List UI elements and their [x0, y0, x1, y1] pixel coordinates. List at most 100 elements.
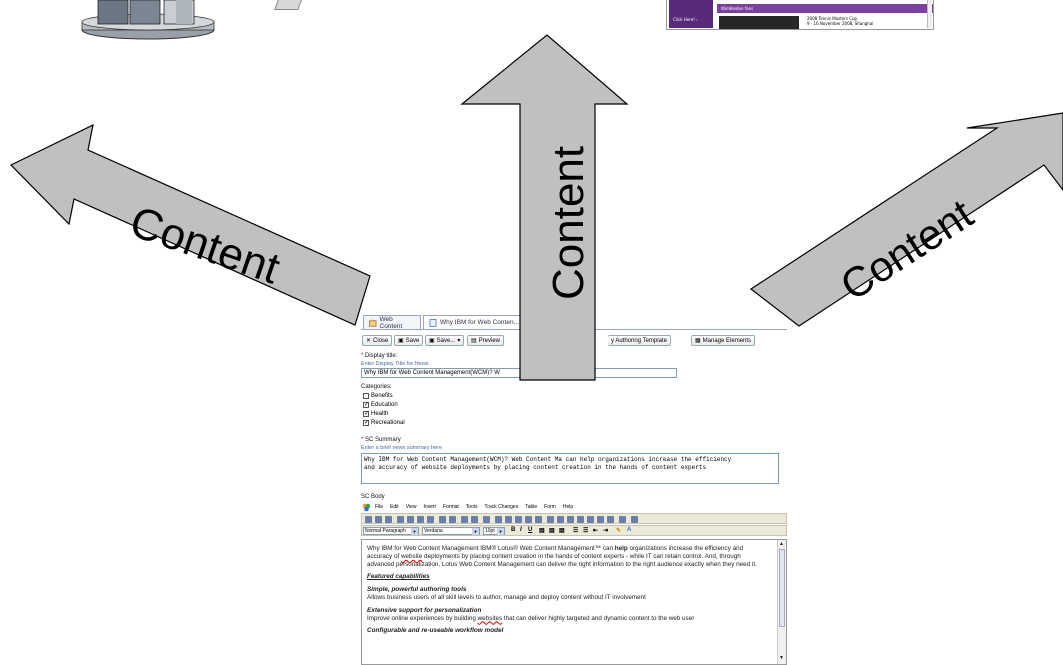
new-icon[interactable] [365, 516, 372, 523]
authoring-template-label: y Authoring Template [611, 337, 667, 344]
save-button[interactable]: ▣ Save [394, 335, 424, 346]
merge-cells-icon[interactable] [525, 516, 532, 523]
save-menu-button[interactable]: ▣ Save... ▾ [425, 335, 465, 346]
menu-form[interactable]: Form [544, 504, 556, 510]
accept-change-icon[interactable] [557, 516, 564, 523]
filter-icon[interactable] [535, 516, 542, 523]
menu-track-changes[interactable]: Track Changes [484, 504, 518, 510]
tab-why-ibm[interactable]: Why IBM for Web Conten... [423, 315, 529, 329]
numbered-list-icon[interactable]: ☰ [583, 527, 588, 534]
undo-icon[interactable] [439, 516, 446, 523]
font-color-icon[interactable]: A [627, 527, 631, 533]
menu-tools[interactable]: Tools [466, 504, 478, 510]
cut-icon[interactable] [397, 516, 404, 523]
next-change-icon[interactable] [577, 516, 584, 523]
server-cluster-icon [81, 0, 215, 40]
checkbox-checked[interactable]: ✓ [363, 420, 369, 426]
redo-icon[interactable] [449, 516, 456, 523]
close-icon: ✕ [366, 338, 372, 344]
link-icon[interactable] [461, 516, 468, 523]
close-button[interactable]: ✕ Close [362, 335, 393, 346]
news-date: 9 - 16 November 2008, Shanghai [807, 21, 874, 26]
menu-format[interactable]: Format [443, 504, 459, 510]
scroll-up-icon[interactable]: ▲ [779, 541, 784, 549]
bold-button[interactable]: B [511, 527, 515, 533]
banner-text: Wimbledon fans [721, 6, 754, 11]
menu-table[interactable]: Table [525, 504, 537, 510]
featured-heading: Featured capabilities [367, 573, 764, 581]
menu-help[interactable]: Help [563, 504, 573, 510]
feature-text: Allows business users of all skill level… [367, 593, 646, 601]
rich-text-editor: File Edit View Insert Format Tools Track… [361, 502, 787, 665]
print-icon[interactable] [385, 516, 392, 523]
scroll-thumb[interactable] [779, 549, 785, 627]
font-select[interactable]: Verdana [422, 527, 480, 535]
paragraph-style-select[interactable]: Normal Paragraph [363, 527, 419, 535]
underline-button[interactable]: U [528, 527, 532, 533]
promo-tile: Click Here! › [669, 0, 713, 28]
summary-label: * SC Summary [361, 437, 401, 443]
category-health[interactable]: ✓ Health [363, 411, 388, 417]
image-icon[interactable] [471, 516, 478, 523]
show-markup-icon[interactable] [607, 516, 614, 523]
spellcheck-icon[interactable] [375, 516, 382, 523]
font-size-select[interactable]: 10pt [483, 527, 505, 535]
text-run: that can deliver highly targeted and dyn… [502, 614, 695, 622]
insert-row-icon[interactable] [505, 516, 512, 523]
checkbox-checked[interactable]: ✓ [363, 411, 369, 417]
menu-file[interactable]: File [375, 504, 383, 510]
banner: Wimbledon fans [717, 4, 933, 13]
copy-icon[interactable] [407, 516, 414, 523]
text-run: Why IBM for Web Content Management IBM® … [367, 545, 615, 552]
text-run: deployments by placing content creation … [367, 552, 757, 568]
editor-content[interactable]: Why IBM for Web Content Management IBM® … [361, 539, 787, 665]
track-changes-icon[interactable] [547, 516, 554, 523]
pilcrow-icon[interactable] [619, 516, 626, 523]
align-right-icon[interactable]: ▤ [559, 527, 565, 534]
table-icon[interactable] [495, 516, 502, 523]
outdent-icon[interactable]: ⇤ [593, 527, 598, 534]
tab-web-content[interactable]: Web Content [363, 315, 421, 330]
categories-label: Categories: [361, 384, 392, 390]
required-marker: * [361, 437, 364, 443]
authoring-template-button[interactable]: y Authoring Template [608, 335, 671, 346]
previous-change-icon[interactable] [587, 516, 594, 523]
highlight-icon[interactable]: ✎ [616, 527, 621, 534]
insert-column-icon[interactable] [515, 516, 522, 523]
category-label: Recreational [371, 420, 405, 426]
italic-button[interactable]: I [520, 527, 522, 533]
fullscreen-icon[interactable] [631, 516, 638, 523]
menu-view[interactable]: View [406, 504, 417, 510]
bullet-list-icon[interactable]: ☰ [573, 527, 578, 534]
display-title-input[interactable]: Why IBM for Web Content Management(WCM)?… [361, 368, 677, 378]
feature-text: Improve online experiences by building w… [367, 615, 764, 623]
category-benefits[interactable]: Benefits [363, 393, 393, 399]
tab-label: Why IBM for Web Conten... [440, 319, 519, 326]
summary-textarea[interactable]: Why IBM for Web Content Management(WCM)?… [361, 453, 779, 484]
intro-paragraph: Why IBM for Web Content Management IBM® … [367, 545, 764, 568]
paste-icon[interactable] [417, 516, 424, 523]
document-icon [429, 318, 437, 327]
category-education[interactable]: ✓ Education [363, 402, 398, 408]
format-toolbar: Normal Paragraph Verdana 10pt B I U ▤ ▤ … [361, 525, 787, 536]
scroll-down-icon[interactable]: ▼ [779, 655, 784, 663]
save-menu-label: Save... [436, 337, 456, 344]
category-recreational[interactable]: ✓ Recreational [363, 420, 405, 426]
checkbox[interactable] [363, 393, 369, 399]
comment-icon[interactable] [597, 516, 604, 523]
menu-edit[interactable]: Edit [390, 504, 399, 510]
checkbox-checked[interactable]: ✓ [363, 402, 369, 408]
editor-scrollbar[interactable]: ▲ ▼ [777, 540, 786, 664]
manage-elements-button[interactable]: ▦ Manage Elements [691, 335, 756, 346]
align-center-icon[interactable]: ▤ [549, 527, 555, 534]
category-label: Health [371, 411, 389, 417]
formula-icon[interactable] [483, 516, 490, 523]
indent-icon[interactable]: ⇥ [603, 527, 608, 534]
close-label: Close [373, 337, 389, 344]
right-arrow-icon [749, 112, 1063, 327]
reject-change-icon[interactable] [567, 516, 574, 523]
format-painter-icon[interactable] [427, 516, 434, 523]
menu-insert[interactable]: Insert [423, 504, 436, 510]
align-left-icon[interactable]: ▤ [539, 527, 545, 534]
preview-button[interactable]: ▤ Preview [467, 335, 505, 346]
